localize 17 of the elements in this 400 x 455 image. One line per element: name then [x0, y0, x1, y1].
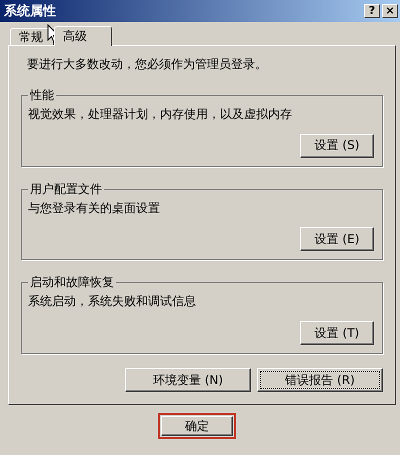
tab[interactable]: 高级	[54, 26, 112, 46]
group-title: 性能	[28, 87, 55, 104]
ok-button[interactable]: 确定	[161, 416, 233, 436]
settings-button[interactable]: 设置 (S)	[300, 134, 374, 158]
group-title: 用户配置文件	[29, 180, 103, 198]
admin-notice: 要进行大多数改动，您必须作为管理员登录。	[27, 56, 268, 73]
window-title: 系统属性	[4, 2, 56, 20]
group-description: 系统启动，系统失败和调试信息	[28, 293, 197, 310]
group-description: 视觉效果，处理器计划，内存使用，以及虚拟内存	[28, 106, 293, 123]
dialog-button[interactable]: 错误报告 (R)	[257, 368, 383, 392]
group-description: 与您登录有关的桌面设置	[28, 200, 161, 217]
settings-button[interactable]: 设置 (E)	[300, 227, 374, 252]
group-title: 启动和故障恢复	[29, 274, 115, 292]
dialog-button[interactable]: 环境变量 (N)	[125, 368, 251, 392]
close-button[interactable]: ×	[382, 4, 398, 18]
help-button[interactable]: ?	[364, 4, 380, 18]
settings-button[interactable]: 设置 (T)	[300, 321, 374, 346]
